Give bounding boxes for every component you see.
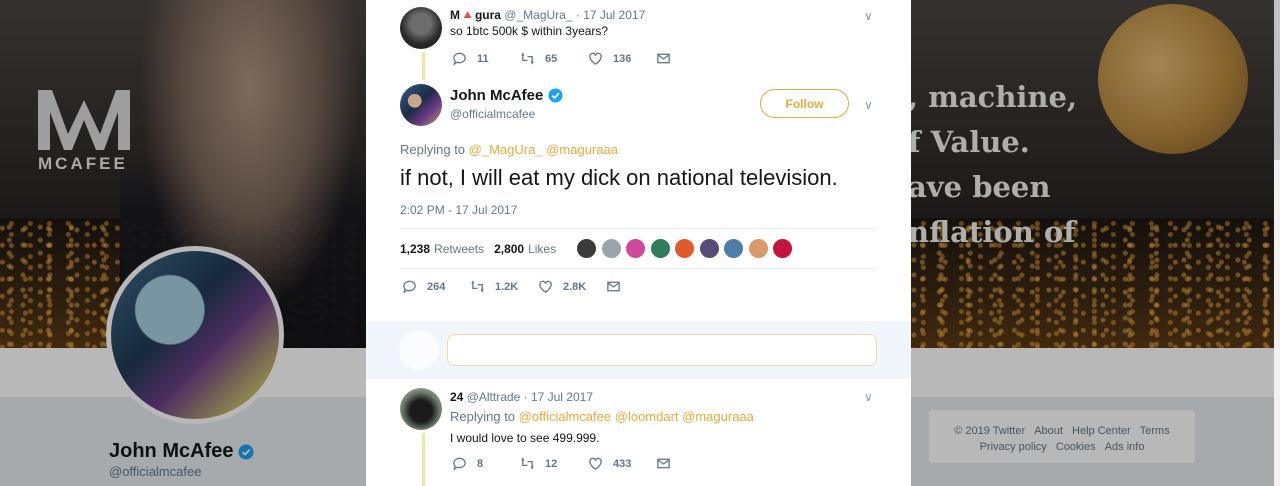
replying-to-label: Replying to xyxy=(450,409,516,424)
parent-tweet-display-name[interactable]: M🔺gura xyxy=(450,8,501,22)
direct-message-button[interactable] xyxy=(606,279,674,294)
reply-tweet-display-name[interactable]: 24 xyxy=(450,390,463,404)
verified-badge-icon xyxy=(548,88,563,103)
reply-tweet-actions: 8 12 433 xyxy=(452,456,724,471)
parent-tweet-date[interactable]: 17 Jul 2017 xyxy=(583,8,645,22)
parent-tweet-text: so 1btc 500k $ within 3years? xyxy=(450,24,609,38)
replying-to-mention[interactable]: @maguraaa xyxy=(682,409,754,424)
thread-line xyxy=(422,433,425,486)
retweet-count: 12 xyxy=(545,457,558,470)
retweet-button[interactable]: 65 xyxy=(520,51,588,66)
chevron-down-icon[interactable]: ∨ xyxy=(864,390,873,404)
main-tweet-avatar[interactable] xyxy=(400,84,442,126)
retweet-button[interactable]: 12 xyxy=(520,456,588,471)
like-count: 433 xyxy=(613,457,632,470)
chevron-down-icon[interactable]: ∨ xyxy=(864,98,873,112)
replying-to-mention[interactable]: @maguraaa xyxy=(546,142,618,157)
parent-tweet-actions: 11 65 136 xyxy=(452,51,724,66)
retweets-stat-label: Retweets xyxy=(434,241,485,256)
heart-icon xyxy=(589,457,602,470)
liker-avatar[interactable] xyxy=(747,238,769,259)
like-count: 2.8K xyxy=(563,280,587,293)
reply-count: 11 xyxy=(477,52,489,65)
reply-tweet-replying-to: Replying to @officialmcafee @loomdart @m… xyxy=(450,409,754,424)
retweet-count: 65 xyxy=(545,52,558,65)
main-tweet-stats: 1,238 Retweets 2,800 Likes xyxy=(400,228,877,269)
liker-avatar[interactable] xyxy=(625,238,647,259)
retweet-button[interactable]: 1.2K xyxy=(470,279,538,294)
reply-input[interactable] xyxy=(447,334,877,366)
reply-composer xyxy=(366,321,911,379)
main-tweet-timestamp[interactable]: 2:02 PM - 17 Jul 2017 xyxy=(400,203,517,217)
thread-line xyxy=(422,52,425,80)
follow-button[interactable]: Follow xyxy=(760,89,849,118)
main-tweet-replying-to: Replying to @_MagUra_ @maguraaa xyxy=(400,142,618,157)
retweet-count: 1.2K xyxy=(495,280,519,293)
scrollbar-thumb[interactable] xyxy=(1274,0,1280,160)
reply-button[interactable]: 8 xyxy=(452,456,520,471)
envelope-icon xyxy=(657,53,670,64)
reply-count: 264 xyxy=(427,280,446,293)
replying-to-mention[interactable]: @loomdart xyxy=(615,409,679,424)
like-button[interactable]: 2.8K xyxy=(538,279,606,294)
page-scrollbar[interactable] xyxy=(1274,0,1280,486)
liker-avatar[interactable] xyxy=(649,238,671,259)
reply-tweet-text: I would love to see 499.999. xyxy=(450,431,600,445)
main-tweet-handle[interactable]: @officialmcafee xyxy=(450,107,535,121)
direct-message-button[interactable] xyxy=(656,456,724,471)
envelope-icon xyxy=(607,281,620,292)
retweet-icon xyxy=(521,457,534,470)
liker-avatar[interactable] xyxy=(698,238,720,259)
reply-button[interactable]: 11 xyxy=(452,51,520,66)
liker-avatar[interactable] xyxy=(723,238,745,259)
separator-dot: · xyxy=(575,8,580,22)
parent-tweet-avatar[interactable] xyxy=(400,7,442,49)
main-tweet-text: if not, I will eat my dick on national t… xyxy=(400,165,838,190)
retweets-stat-count: 1,238 xyxy=(400,241,431,256)
liker-avatar[interactable] xyxy=(674,238,696,259)
liker-avatars xyxy=(576,238,797,259)
reply-tweet-handle[interactable]: @Alttrade xyxy=(467,390,521,404)
likes-stat-count: 2,800 xyxy=(494,241,525,256)
like-button[interactable]: 136 xyxy=(588,51,656,66)
liker-avatar[interactable] xyxy=(600,238,622,259)
replying-to-mention[interactable]: @_MagUra_ xyxy=(469,142,543,157)
reply-button[interactable]: 264 xyxy=(402,279,470,294)
parent-tweet-header: M🔺gura @_MagUra_ · 17 Jul 2017 xyxy=(450,8,645,22)
likes-stat-label: Likes xyxy=(528,241,557,256)
direct-message-button[interactable] xyxy=(656,51,724,66)
retweet-icon xyxy=(471,280,484,293)
chevron-down-icon[interactable]: ∨ xyxy=(864,9,873,23)
main-tweet-author: John McAfee xyxy=(450,87,563,104)
composer-avatar xyxy=(396,327,442,373)
main-tweet-actions: 264 1.2K 2.8K xyxy=(402,279,674,294)
retweets-stat[interactable]: 1,238 Retweets xyxy=(400,242,484,256)
parent-tweet-handle[interactable]: @_MagUra_ xyxy=(504,8,572,22)
heart-icon xyxy=(589,52,602,65)
envelope-icon xyxy=(657,458,670,469)
reply-count: 8 xyxy=(477,457,484,470)
reply-tweet-header: 24 @Alttrade · 17 Jul 2017 xyxy=(450,390,593,404)
liker-avatar[interactable] xyxy=(576,238,598,259)
liker-avatar[interactable] xyxy=(772,238,794,259)
like-button[interactable]: 433 xyxy=(588,456,656,471)
replying-to-label: Replying to xyxy=(400,142,466,157)
reply-icon xyxy=(453,52,466,66)
heart-icon xyxy=(539,280,552,293)
likes-stat[interactable]: 2,800 Likes xyxy=(494,242,556,256)
reply-icon xyxy=(453,457,466,471)
tweet-detail-modal: M🔺gura @_MagUra_ · 17 Jul 2017 ∨ so 1btc… xyxy=(366,0,911,486)
separator-dot: · xyxy=(523,390,528,404)
main-tweet-display-name[interactable]: John McAfee xyxy=(450,87,543,104)
reply-icon xyxy=(403,280,416,294)
reply-tweet-avatar[interactable] xyxy=(400,388,442,430)
like-count: 136 xyxy=(613,52,632,65)
retweet-icon xyxy=(521,52,534,65)
replying-to-mention[interactable]: @officialmcafee xyxy=(519,409,611,424)
reply-tweet-date[interactable]: 17 Jul 2017 xyxy=(531,390,593,404)
